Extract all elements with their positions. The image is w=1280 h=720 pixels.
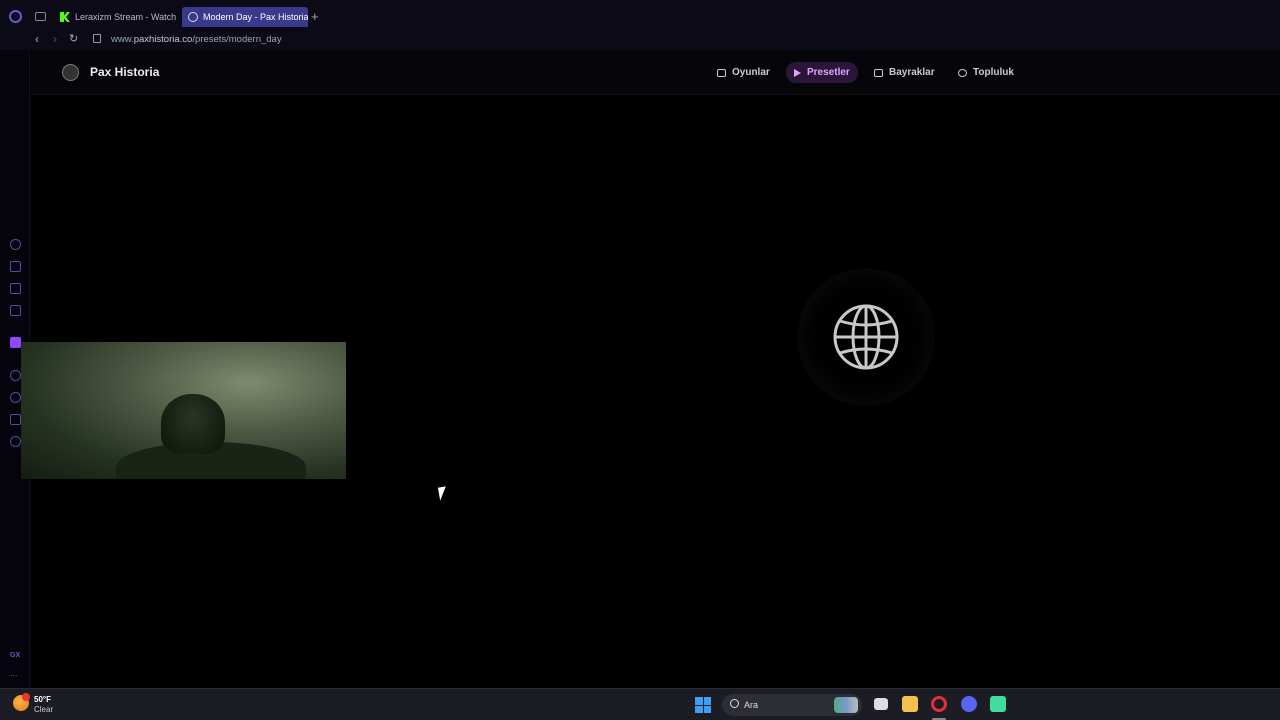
play-icon — [794, 68, 801, 77]
gx-control-icon[interactable] — [10, 261, 21, 272]
users-icon — [958, 68, 967, 77]
tab-modern-day[interactable]: Modern Day - Pax Historia — [182, 7, 308, 27]
messenger-icon[interactable] — [10, 305, 21, 316]
site-header: Pax Historia Oyunlar Presetler Bayraklar… — [31, 50, 1280, 95]
nav-games[interactable]: Oyunlar — [709, 62, 778, 83]
gx-label[interactable]: GX — [10, 652, 20, 659]
windows-taskbar: 50°F Clear Ara — [0, 688, 1280, 720]
weather-condition[interactable]: Clear — [34, 705, 53, 714]
video-icon[interactable] — [10, 370, 21, 381]
weather-temperature[interactable]: 50°F — [34, 695, 51, 704]
flag-icon — [874, 68, 883, 77]
search-highlight-icon — [834, 697, 858, 713]
tab-title: Leraxizm Stream - Watch — [75, 12, 177, 22]
url-domain: paxhistoria.co — [133, 34, 193, 45]
opera-gx-logo-icon[interactable] — [9, 10, 22, 23]
nav-label: Oyunlar — [732, 67, 770, 78]
windows-start-icon[interactable] — [695, 697, 711, 713]
tab-leraxizm-stream[interactable]: Leraxizm Stream - Watch — [54, 7, 180, 27]
browser-window: Leraxizm Stream - Watch Modern Day - Pax… — [0, 0, 1280, 688]
clock-icon[interactable] — [10, 392, 21, 403]
mouse-cursor-icon — [437, 486, 449, 501]
pax-historia-logo-icon[interactable] — [62, 64, 79, 81]
taskbar-search[interactable]: Ara — [722, 694, 862, 716]
nav-presets[interactable]: Presetler — [786, 62, 858, 83]
nav-community[interactable]: Topluluk — [950, 62, 1022, 83]
history-icon[interactable] — [10, 239, 21, 250]
reload-button[interactable]: ↻ — [69, 32, 78, 45]
nav-label: Bayraklar — [889, 67, 935, 78]
gamepad-icon — [717, 68, 726, 77]
brand-name[interactable]: Pax Historia — [90, 65, 159, 79]
search-icon — [730, 699, 739, 708]
new-tab-button[interactable]: + — [311, 9, 319, 24]
tab-bar: Leraxizm Stream - Watch Modern Day - Pax… — [0, 0, 1280, 30]
search-placeholder: Ara — [744, 700, 759, 710]
app-icon[interactable] — [990, 696, 1006, 712]
url-prefix: www. — [111, 34, 134, 45]
address-bar: ‹ › ↻ www.paxhistoria.co/presets/modern_… — [0, 30, 1280, 50]
player-icon[interactable] — [10, 283, 21, 294]
settings-icon[interactable] — [10, 436, 21, 447]
globe-icon — [188, 12, 198, 22]
url-field[interactable]: www.paxhistoria.co/presets/modern_day — [111, 34, 282, 45]
lock-icon[interactable] — [93, 34, 101, 43]
extensions-icon[interactable] — [10, 414, 21, 425]
loading-spinner — [797, 268, 935, 406]
tab-title: Modern Day - Pax Historia — [203, 12, 308, 22]
back-button[interactable]: ‹ — [35, 32, 39, 46]
tab-islands-icon[interactable] — [35, 12, 46, 21]
kick-icon — [60, 12, 70, 22]
nav-flags[interactable]: Bayraklar — [866, 62, 943, 83]
webcam-overlay — [21, 342, 346, 479]
discord-icon[interactable] — [961, 696, 977, 712]
webcam-person-head — [161, 394, 225, 454]
forward-button[interactable]: › — [53, 32, 57, 46]
twitch-icon[interactable] — [10, 337, 21, 348]
nav-label: Topluluk — [973, 67, 1014, 78]
more-icon[interactable]: ... — [10, 668, 18, 678]
globe-icon — [833, 304, 899, 370]
notification-badge — [22, 693, 30, 701]
task-view-icon[interactable] — [874, 698, 888, 710]
opera-gx-taskbar-icon[interactable] — [931, 696, 947, 712]
nav-label: Presetler — [807, 67, 850, 78]
file-explorer-icon[interactable] — [902, 696, 918, 712]
url-path: /presets/modern_day — [192, 34, 282, 45]
